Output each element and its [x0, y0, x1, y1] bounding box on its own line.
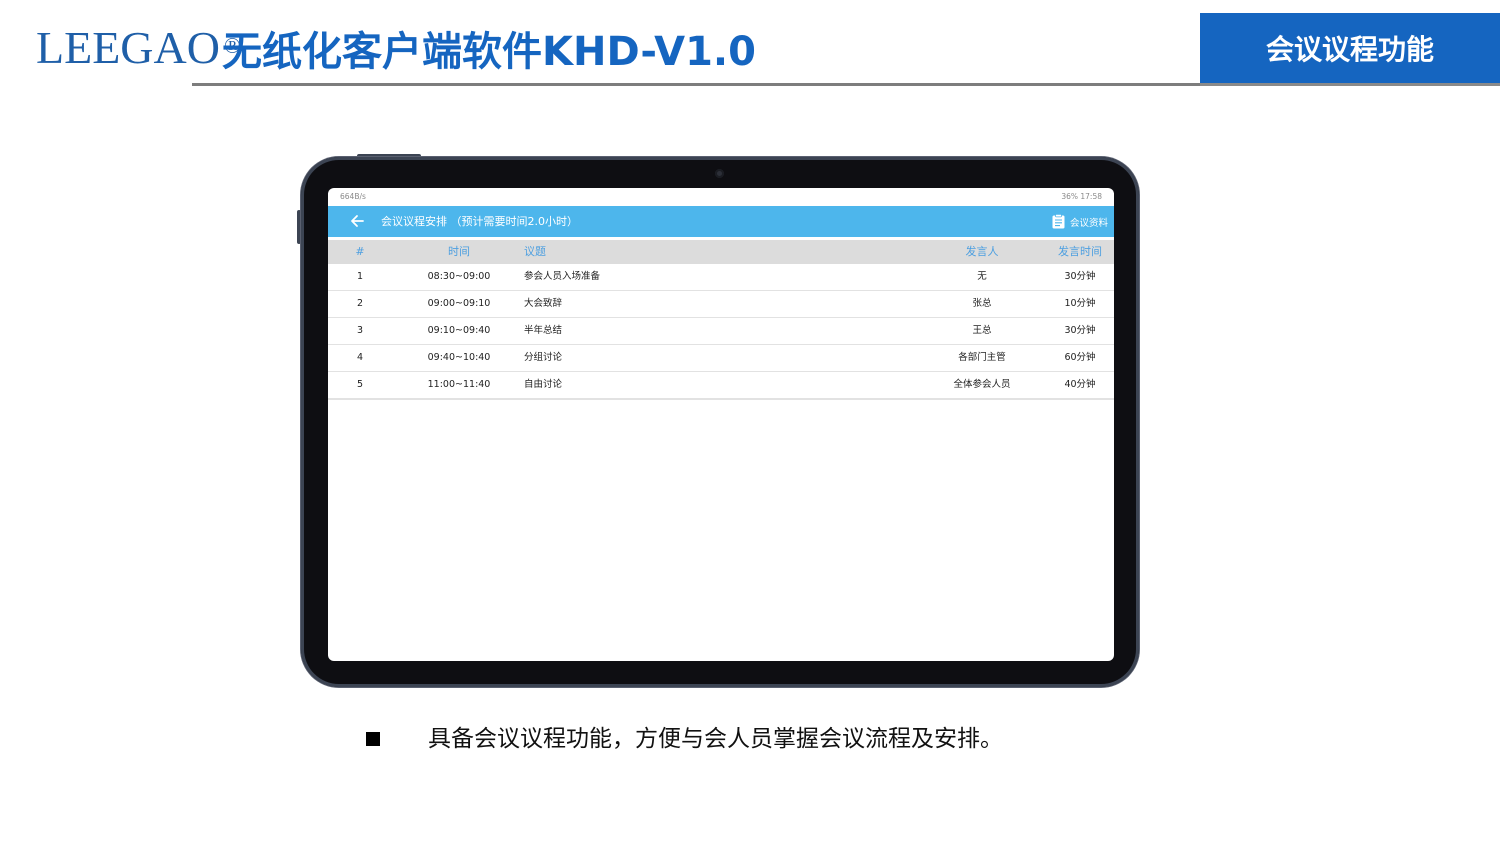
- battery-time: 36% 17:58: [1061, 192, 1102, 201]
- header-divider: [192, 83, 1202, 86]
- cell-num: 4: [356, 352, 364, 363]
- cell-topic: 大会致辞: [524, 298, 563, 309]
- cell-time: 09:40~10:40: [427, 352, 491, 363]
- cell-duration: 30分钟: [1064, 325, 1096, 336]
- agenda-title: 会议议程安排 （预计需要时间2.0小时）: [381, 215, 578, 228]
- agenda-table-body: 1 08:30~09:00 参会人员入场准备 无 30分钟 2 09:00~09…: [328, 264, 1114, 400]
- slide-title: 无纸化客户端软件KHD-V1.0: [222, 29, 756, 75]
- tablet-camera: [715, 169, 724, 178]
- cell-duration: 30分钟: [1064, 271, 1096, 282]
- tablet-screen: 664B/s 36% 17:58 会议议程安排 （预计需要时间2.0小时） 会议…: [328, 188, 1114, 661]
- cell-duration: 10分钟: [1064, 298, 1096, 309]
- app-bar: 会议议程安排 （预计需要时间2.0小时） 会议资料: [328, 206, 1114, 237]
- cell-speaker: 无: [977, 271, 987, 282]
- bullet-square-icon: [366, 732, 380, 746]
- section-divider: [1200, 83, 1500, 86]
- network-speed: 664B/s: [340, 192, 366, 201]
- cell-speaker: 各部门主管: [958, 352, 1006, 363]
- clipboard-icon: [1052, 214, 1065, 229]
- col-time: 时间: [448, 245, 470, 258]
- cell-time: 09:10~09:40: [427, 325, 491, 336]
- col-num: #: [355, 245, 365, 258]
- logo-text: LEEGAO: [36, 22, 220, 73]
- cell-topic: 半年总结: [524, 325, 563, 336]
- cell-num: 3: [356, 325, 364, 336]
- cell-time: 11:00~11:40: [427, 379, 491, 390]
- table-row[interactable]: 2 09:00~09:10 大会致辞 张总 10分钟: [328, 291, 1114, 318]
- col-duration: 发言时间: [1058, 245, 1102, 258]
- feature-caption: 具备会议议程功能，方便与会人员掌握会议流程及安排。: [428, 726, 1003, 752]
- meeting-docs-button[interactable]: 会议资料: [1052, 211, 1108, 232]
- cell-time: 09:00~09:10: [427, 298, 491, 309]
- cell-topic: 自由讨论: [524, 379, 563, 390]
- agenda-table-header: # 时间 议题 发言人 发言时间: [328, 240, 1114, 264]
- cell-num: 5: [356, 379, 364, 390]
- table-row[interactable]: 3 09:10~09:40 半年总结 王总 30分钟: [328, 318, 1114, 345]
- cell-topic: 参会人员入场准备: [524, 271, 601, 282]
- cell-time: 08:30~09:00: [427, 271, 491, 282]
- cell-topic: 分组讨论: [524, 352, 563, 363]
- table-row[interactable]: 1 08:30~09:00 参会人员入场准备 无 30分钟: [328, 264, 1114, 291]
- table-row[interactable]: 5 11:00~11:40 自由讨论 全体参会人员 40分钟: [328, 372, 1114, 400]
- cell-duration: 60分钟: [1064, 352, 1096, 363]
- cell-speaker: 全体参会人员: [953, 379, 1011, 390]
- table-row[interactable]: 4 09:40~10:40 分组讨论 各部门主管 60分钟: [328, 345, 1114, 372]
- col-speaker: 发言人: [965, 245, 999, 258]
- status-bar: 664B/s 36% 17:58: [328, 188, 1114, 206]
- cell-duration: 40分钟: [1064, 379, 1096, 390]
- col-topic: 议题: [524, 245, 546, 258]
- cell-speaker: 王总: [972, 325, 992, 336]
- meeting-docs-label: 会议资料: [1069, 217, 1108, 229]
- cell-speaker: 张总: [972, 298, 992, 309]
- section-label: 会议议程功能: [1200, 13, 1500, 83]
- cell-num: 2: [356, 298, 364, 309]
- cell-num: 1: [356, 271, 364, 282]
- arrow-left-icon[interactable]: [348, 212, 366, 230]
- leegao-logo: LEEGAO ®: [36, 22, 241, 74]
